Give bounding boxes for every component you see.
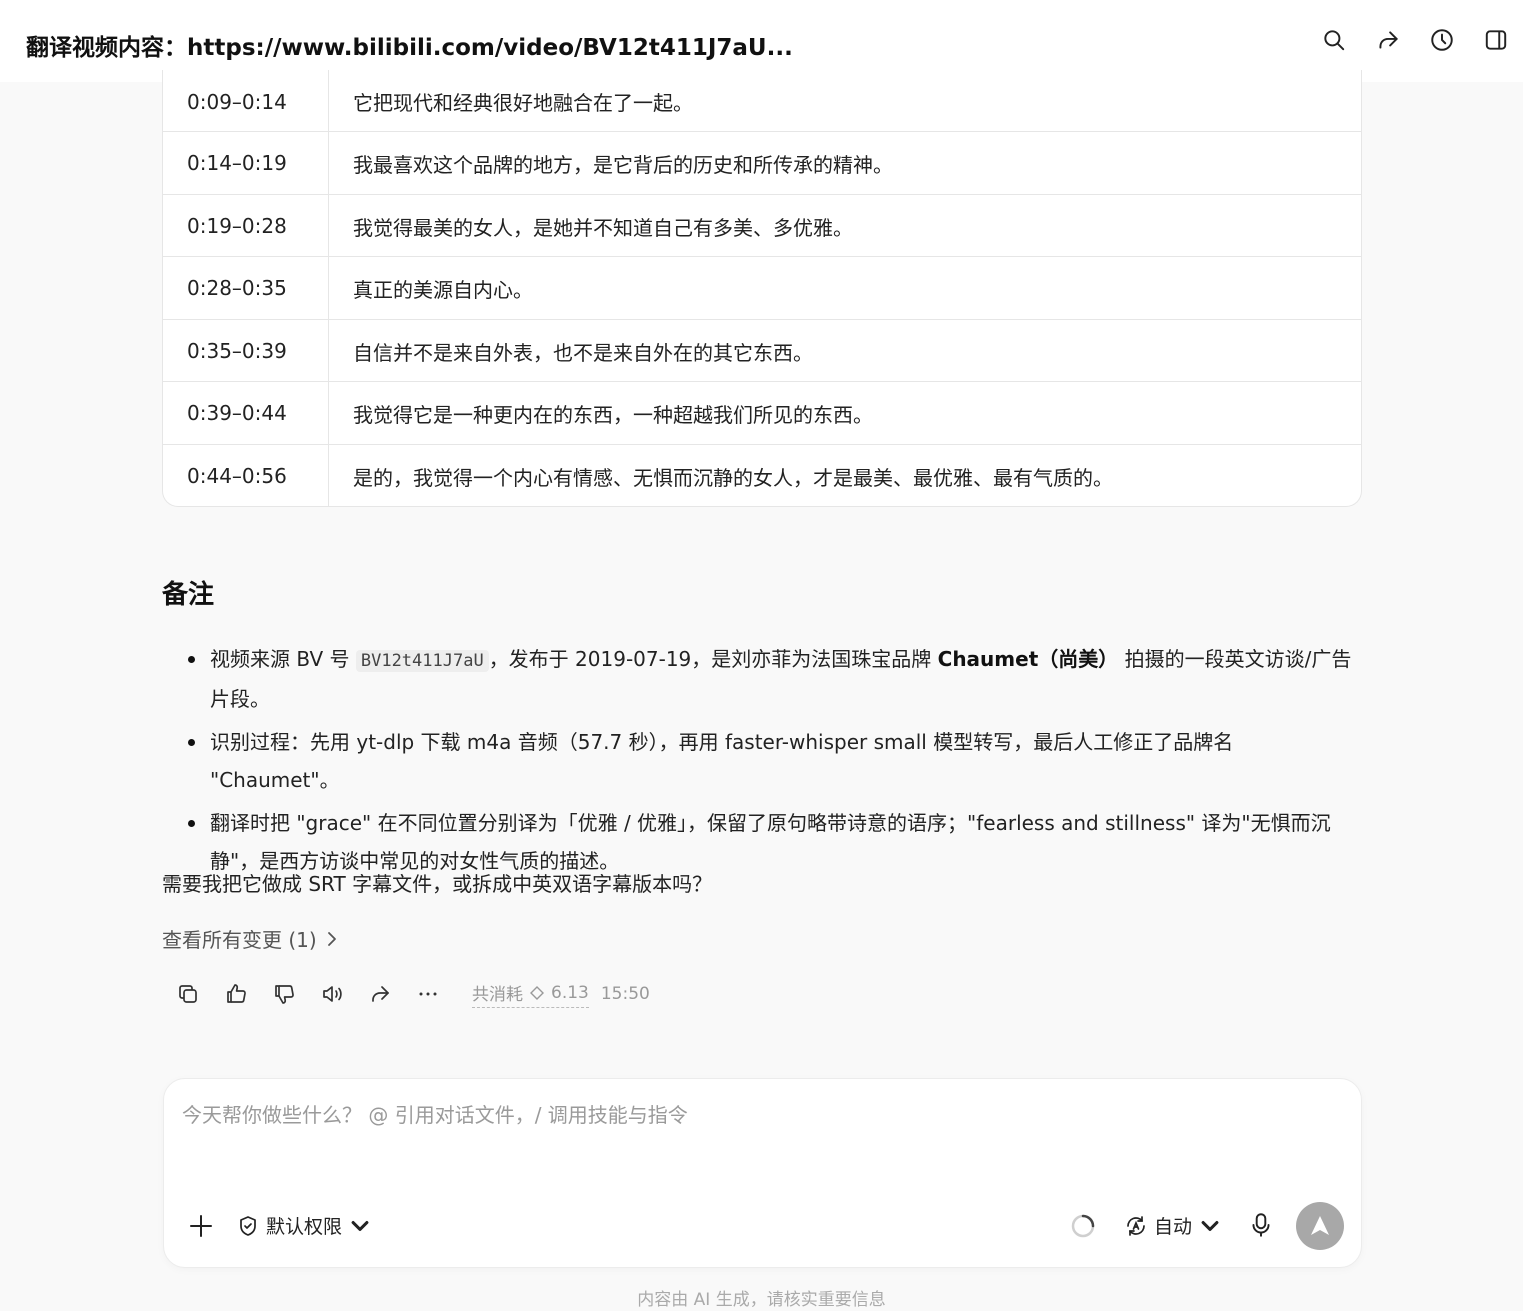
note-text: ，发布于 2019-07-19，是刘亦菲为法国珠宝品牌 <box>488 647 938 671</box>
shield-check-icon <box>240 1215 256 1236</box>
thumbs-up-icon[interactable] <box>212 976 260 1012</box>
table-row: 0:44–0:56 是的，我觉得一个内心有情感、无惧而沉静的女人，才是最美、最优… <box>163 444 1361 506</box>
timestamp-cell: 0:28–0:35 <box>163 257 329 319</box>
chevron-right-icon <box>327 931 336 946</box>
usage-label: 共消耗 <box>472 985 523 1005</box>
table-row: 0:09–0:14 它把现代和经典很好地融合在了一起。 <box>163 70 1361 133</box>
search-icon[interactable] <box>1319 24 1349 56</box>
plus-icon[interactable] <box>186 1211 216 1241</box>
share-icon[interactable] <box>1373 24 1403 56</box>
thumbs-down-icon[interactable] <box>260 976 308 1012</box>
permission-label: 默认权限 <box>266 1216 343 1238</box>
timestamp-cell: 0:44–0:56 <box>163 445 329 506</box>
notes-list: 视频来源 BV 号 BV12t411J7aU ，发布于 2019-07-19，是刘… <box>188 640 1358 885</box>
copy-icon[interactable] <box>164 976 212 1012</box>
translation-cell: 我觉得它是一种更内在的东西，一种超越我们所见的东西。 <box>353 402 873 427</box>
translation-cell: 是的，我觉得一个内心有情感、无惧而沉静的女人，才是最美、最优雅、最有气质的。 <box>353 465 1113 490</box>
list-item: 视频来源 BV 号 BV12t411J7aU ，发布于 2019-07-19，是刘… <box>188 640 1358 718</box>
table-row: 0:28–0:35 真正的美源自内心。 <box>163 256 1361 319</box>
view-changes-link[interactable]: 查看所有变更 (1) <box>162 924 339 953</box>
note-text: 视频来源 BV 号 <box>210 647 356 671</box>
timestamp-cell: 0:39–0:44 <box>163 382 329 444</box>
timestamp-cell: 0:19–0:28 <box>163 195 329 257</box>
translation-cell: 自信并不是来自外表，也不是来自外在的其它东西。 <box>353 340 813 365</box>
follow-up-question: 需要我把它做成 SRT 字幕文件，或拆成中英双语字幕版本吗？ <box>162 872 713 896</box>
microphone-icon[interactable] <box>1248 1211 1274 1239</box>
timestamp-cell: 0:35–0:39 <box>163 320 329 382</box>
more-icon[interactable] <box>404 976 452 1012</box>
message-input[interactable] <box>182 1103 1342 1127</box>
timestamp-cell: 0:14–0:19 <box>163 132 329 194</box>
header-actions <box>1319 24 1511 56</box>
send-arrow-icon <box>1311 1216 1329 1235</box>
table-row: 0:14–0:19 我最喜欢这个品牌的地方，是它背后的历史和所传承的精神。 <box>163 131 1361 194</box>
history-icon[interactable] <box>1427 24 1457 56</box>
message-actions: 共消耗 6.13 15:50 <box>164 976 650 1012</box>
share-icon[interactable] <box>356 976 404 1012</box>
usage-info[interactable]: 共消耗 6.13 <box>472 980 589 1008</box>
translation-cell: 我最喜欢这个品牌的地方，是它背后的历史和所传承的精神。 <box>353 152 893 177</box>
message-time: 15:50 <box>600 984 650 1004</box>
note-text: 翻译时把 "grace" 在不同位置分别译为「优雅 / 优雅」，保留了原句略带诗… <box>210 811 1331 873</box>
bv-code: BV12t411J7aU <box>355 650 489 672</box>
permission-dropdown[interactable]: 默认权限 <box>236 1212 372 1239</box>
translation-table: 0:09–0:14 它把现代和经典很好地融合在了一起。 0:14–0:19 我最… <box>162 70 1362 507</box>
diamond-icon <box>530 985 544 1000</box>
conversation-title: 翻译视频内容：https://www.bilibili.com/video/BV… <box>26 35 793 61</box>
ai-disclaimer: 内容由 AI 生成，请核实重要信息 <box>637 1290 886 1310</box>
usage-value: 6.13 <box>551 982 589 1003</box>
auto-mode-icon <box>1127 1215 1145 1236</box>
mode-label: 自动 <box>1154 1216 1193 1238</box>
speaker-icon[interactable] <box>308 976 356 1012</box>
chevron-down-icon <box>1201 1220 1219 1231</box>
note-text: 识别过程：先用 yt-dlp 下载 m4a 音频（57.7 秒），再用 fast… <box>210 730 1234 792</box>
notes-heading: 备注 <box>162 580 215 610</box>
table-row: 0:35–0:39 自信并不是来自外表，也不是来自外在的其它东西。 <box>163 319 1361 382</box>
mode-dropdown[interactable]: 自动 <box>1124 1212 1222 1239</box>
list-item: 识别过程：先用 yt-dlp 下载 m4a 音频（57.7 秒），再用 fast… <box>188 723 1358 799</box>
translation-cell: 它把现代和经典很好地融合在了一起。 <box>353 91 693 115</box>
chevron-down-icon <box>351 1220 369 1231</box>
sidebar-icon[interactable] <box>1481 24 1511 56</box>
send-button[interactable] <box>1296 1202 1344 1250</box>
translation-cell: 真正的美源自内心。 <box>353 277 533 302</box>
table-row: 0:19–0:28 我觉得最美的女人，是她并不知道自己有多美、多优雅。 <box>163 194 1361 257</box>
table-row: 0:39–0:44 我觉得它是一种更内在的东西，一种超越我们所见的东西。 <box>163 381 1361 444</box>
loading-spinner-icon <box>1071 1214 1095 1238</box>
composer: 默认权限 自动 <box>163 1078 1362 1268</box>
brand-name: Chaumet（尚美） <box>937 647 1119 671</box>
view-changes-label: 查看所有变更 (1) <box>162 928 317 952</box>
translation-cell: 我觉得最美的女人，是她并不知道自己有多美、多优雅。 <box>353 215 853 240</box>
timestamp-cell: 0:09–0:14 <box>163 70 329 133</box>
